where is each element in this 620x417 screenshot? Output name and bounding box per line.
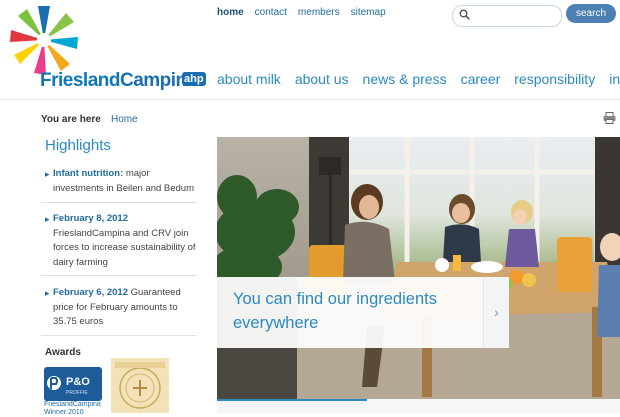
highlight-item[interactable]: ▸ Infant nutrition: major investments in… bbox=[45, 167, 201, 196]
brand-name-part1: Friesland bbox=[40, 70, 120, 91]
brand-badge: ahp bbox=[182, 72, 206, 86]
nav-innovation[interactable]: innova bbox=[609, 71, 620, 87]
carousel-progress-indicator bbox=[217, 399, 367, 401]
chevron-right-icon: ▸ bbox=[45, 214, 50, 224]
top-links: home contact members sitemap bbox=[217, 7, 386, 18]
highlight-heading[interactable]: Infant nutrition: bbox=[53, 168, 123, 179]
hero-caption-text[interactable]: You can find our ingredients everywhere bbox=[233, 287, 483, 335]
awards-title: Awards bbox=[45, 347, 81, 358]
highlight-item[interactable]: ▸ February 8, 2012 FrieslandCampina and C… bbox=[45, 212, 201, 270]
breadcrumb-label: You are here bbox=[41, 114, 101, 125]
breadcrumb-home-link[interactable]: Home bbox=[111, 114, 138, 125]
nav-divider bbox=[0, 99, 620, 100]
hero-footer-bar bbox=[217, 399, 620, 413]
nav-about-milk[interactable]: about milk bbox=[217, 71, 281, 87]
chevron-right-icon: ▸ bbox=[45, 288, 50, 298]
search-icon bbox=[459, 9, 470, 20]
highlight-text: FrieslandCampina and CRV join forces to … bbox=[53, 227, 196, 268]
toplink-members[interactable]: members bbox=[298, 7, 340, 18]
po-caption-line1: FrieslandCampina bbox=[44, 401, 101, 408]
highlights-title: Highlights bbox=[45, 137, 111, 154]
highlight-heading[interactable]: February 6, 2012 bbox=[53, 287, 128, 298]
highlight-divider bbox=[41, 275, 197, 276]
brand-wordmark[interactable]: FrieslandCampina bbox=[40, 70, 197, 92]
toplink-home[interactable]: home bbox=[217, 7, 244, 18]
po-badge-sub: PROFFIE bbox=[66, 390, 88, 396]
highlight-divider bbox=[41, 335, 197, 336]
po-award-caption: FrieslandCampina Winner 2010 bbox=[44, 401, 104, 417]
nav-about-us[interactable]: about us bbox=[295, 71, 349, 87]
gold-award-seal[interactable] bbox=[111, 358, 169, 413]
chevron-right-icon: ▸ bbox=[45, 169, 50, 179]
chevron-right-icon[interactable]: › bbox=[483, 277, 509, 348]
hero-image[interactable] bbox=[217, 137, 620, 399]
nav-responsibility[interactable]: responsibility bbox=[514, 71, 595, 87]
highlight-divider bbox=[41, 202, 197, 203]
nav-news-press[interactable]: news & press bbox=[363, 71, 447, 87]
po-badge-text: P&O bbox=[66, 376, 90, 388]
highlight-item[interactable]: ▸ February 6, 2012 Guaranteed price for … bbox=[45, 286, 201, 330]
print-icon[interactable] bbox=[603, 112, 616, 124]
main-nav: about milk about us news & press career … bbox=[217, 71, 620, 87]
toplink-contact[interactable]: contact bbox=[255, 7, 287, 18]
highlight-heading[interactable]: February 8, 2012 bbox=[53, 213, 128, 224]
nav-career[interactable]: career bbox=[461, 71, 501, 87]
toplink-sitemap[interactable]: sitemap bbox=[351, 7, 386, 18]
search-button[interactable]: search bbox=[566, 4, 616, 23]
